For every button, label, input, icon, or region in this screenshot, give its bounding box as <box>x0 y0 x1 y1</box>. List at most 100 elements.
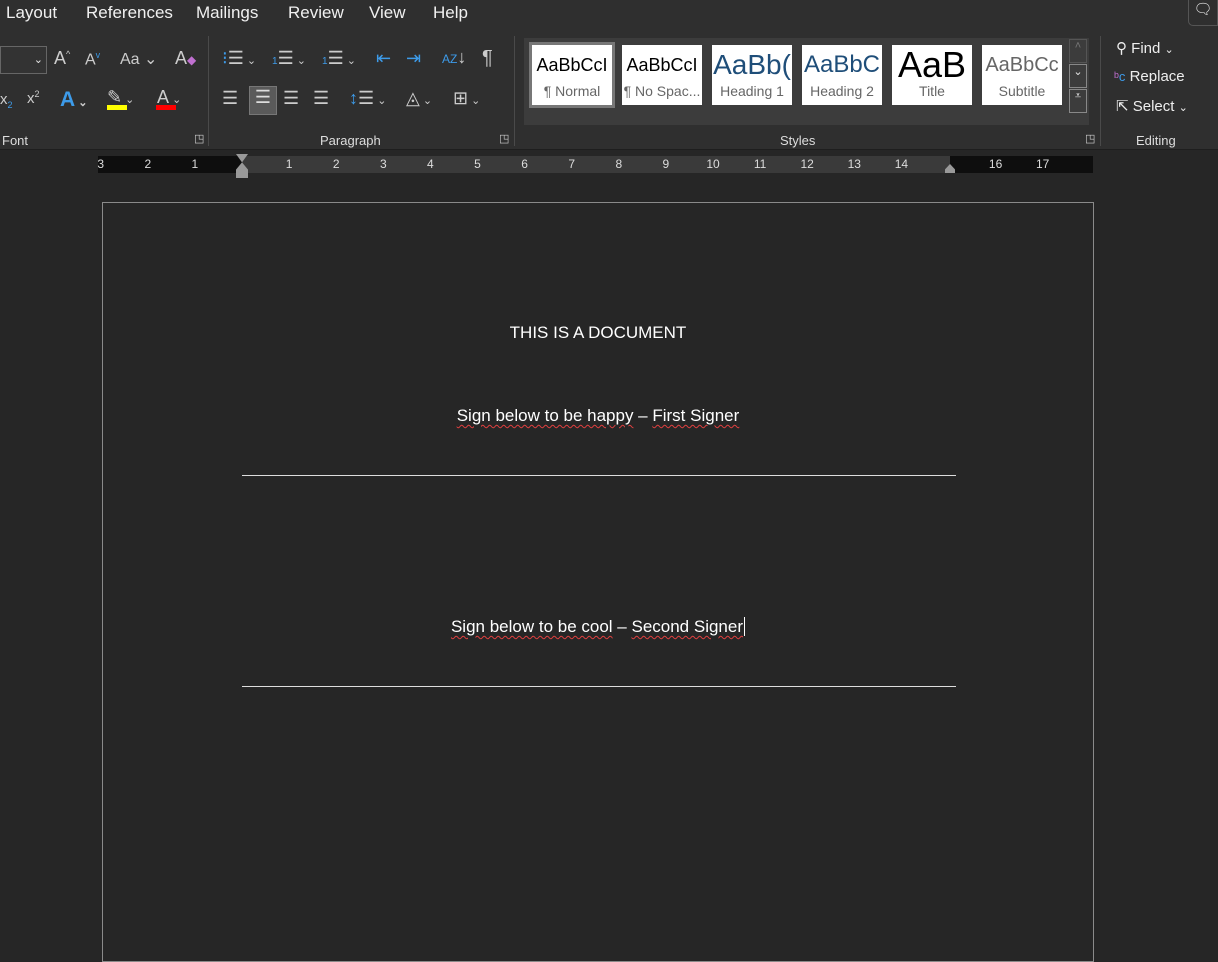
menu-help[interactable]: Help <box>433 3 468 23</box>
ruler-number: 2 <box>144 157 152 171</box>
sort-icon[interactable]: AZ↓ <box>442 48 466 66</box>
style-title[interactable]: AaB Title <box>892 45 972 105</box>
show-marks-icon[interactable]: ¶ <box>482 48 493 68</box>
ruler-number: 9 <box>662 157 670 171</box>
borders-icon[interactable]: ⊞ ⌄ <box>453 89 480 107</box>
dash: – <box>633 406 653 425</box>
ruler-number: 10 <box>706 157 720 171</box>
style-heading-1[interactable]: AaBb( Heading 1 <box>712 45 792 105</box>
ruler-number: 14 <box>894 157 909 171</box>
menu-bar: Layout References Mailings Review View H… <box>0 0 1218 26</box>
group-label-paragraph: Paragraph <box>320 133 381 148</box>
align-left-icon[interactable]: ☰ <box>222 89 238 107</box>
document-page[interactable]: THIS IS A DOCUMENT Sign below to be happ… <box>102 202 1094 962</box>
styles-dialog-launcher-icon[interactable]: ◳ <box>1085 134 1095 145</box>
style-no-spac[interactable]: AaBbCcI ¶ No Spac... <box>622 45 702 105</box>
line-spacing-icon[interactable]: ↕☰ ⌄ <box>349 89 386 107</box>
cursor-icon: ⇱ <box>1116 98 1129 115</box>
find-label: Find <box>1131 40 1161 57</box>
style-preview: AaBbC <box>803 51 881 78</box>
subscript-icon[interactable]: x2 <box>0 92 13 110</box>
justify-icon[interactable]: ☰ <box>313 89 329 107</box>
shrink-font-icon[interactable]: Av <box>85 51 100 68</box>
ruler-number: 16 <box>988 157 1003 171</box>
style-preview: AaBbCcI <box>536 55 608 75</box>
group-label-styles: Styles <box>780 133 816 148</box>
ruler-number: 5 <box>474 157 481 171</box>
ruler-number: 1 <box>191 157 199 171</box>
shading-icon[interactable]: ◬ ⌄ <box>406 89 432 107</box>
style-label: ¶ No Spac... <box>623 83 701 99</box>
divider <box>514 36 515 146</box>
ruler-number: 3 <box>97 157 105 171</box>
style-label: Subtitle <box>998 83 1046 99</box>
ruler-number: 6 <box>521 157 528 171</box>
signer-name: Second Signer <box>631 617 744 636</box>
font-color-icon[interactable]: A ⌄ <box>157 88 181 106</box>
font-size-dropdown[interactable]: ⌄ <box>0 46 47 74</box>
signature-prompt-1: Sign below to be happy – First Signer <box>103 406 1093 426</box>
highlight-icon[interactable]: ✎ ⌄ <box>107 88 134 106</box>
ruler-number: 11 <box>753 157 767 171</box>
bullets-icon[interactable]: ⁝☰ ⌄ <box>222 49 256 67</box>
styles-scroll-down[interactable]: ⌄ <box>1069 64 1087 88</box>
dash: – <box>612 617 632 636</box>
group-label-editing: Editing <box>1136 133 1176 148</box>
style-label: Heading 1 <box>720 83 784 99</box>
ruler-number: 3 <box>379 157 387 171</box>
menu-review[interactable]: Review <box>288 3 344 23</box>
horizontal-ruler[interactable]: 3 2 1 1 2 3 4 5 6 7 8 9 10 11 12 13 14 16 17 <box>97 154 1093 178</box>
clear-formatting-icon[interactable]: A◆ <box>175 49 196 67</box>
multilevel-list-icon[interactable]: 1☰ ⌄ <box>322 49 356 67</box>
align-center-button[interactable]: ☰ <box>249 86 277 115</box>
menu-references[interactable]: References <box>86 3 173 23</box>
replace-label: Replace <box>1129 68 1185 85</box>
comments-icon[interactable]: 🗨 <box>1188 0 1218 26</box>
select-label: Select <box>1132 98 1175 115</box>
ruler-number: 13 <box>847 157 861 171</box>
style-preview: AaB <box>897 45 967 83</box>
select-button[interactable]: ⇱ Select ⌄ <box>1116 97 1188 115</box>
styles-scroll-up[interactable]: ˄ <box>1069 39 1087 63</box>
search-icon: ⚲ <box>1116 40 1127 57</box>
menu-layout[interactable]: Layout <box>6 3 57 23</box>
find-button[interactable]: ⚲ Find ⌄ <box>1116 39 1174 57</box>
style-heading-2[interactable]: AaBbC Heading 2 <box>802 45 882 105</box>
style-normal[interactable]: AaBbCcI ¶ Normal <box>529 42 615 108</box>
ruler-number: 1 <box>285 157 293 171</box>
ruler-number: 17 <box>1036 157 1050 171</box>
style-label: Title <box>919 83 945 99</box>
increase-indent-icon[interactable]: ⇥ <box>406 49 421 67</box>
replace-button[interactable]: ᵇc Replace <box>1114 68 1185 85</box>
numbering-icon[interactable]: 1☰ ⌄ <box>272 49 306 67</box>
ruler-number: 4 <box>427 157 434 171</box>
ruler-margin-left <box>98 156 242 173</box>
superscript-icon[interactable]: x2 <box>27 90 40 107</box>
paragraph-dialog-launcher-icon[interactable]: ◳ <box>499 134 509 145</box>
ruler-margin-right <box>950 156 1093 173</box>
menu-mailings[interactable]: Mailings <box>196 3 258 23</box>
style-subtitle[interactable]: AaBbCc Subtitle <box>982 45 1062 105</box>
style-preview: AaBbCc <box>985 54 1059 76</box>
change-case-icon[interactable]: Aa ⌄ <box>120 52 157 68</box>
signer-name: First Signer <box>652 406 740 425</box>
decrease-indent-icon[interactable]: ⇤ <box>376 49 391 67</box>
signature-prompt-2: Sign below to be cool – Second Signer <box>103 617 1093 637</box>
ribbon: ⌄ A^ Av Aa ⌄ A◆ x2 x2 A ⌄ ✎ ⌄ A ⌄ Font ◳… <box>0 26 1218 150</box>
divider <box>208 36 209 146</box>
grow-font-icon[interactable]: A^ <box>54 49 70 67</box>
ruler-number: 12 <box>800 157 814 171</box>
text-effects-icon[interactable]: A ⌄ <box>60 89 87 110</box>
ruler-number: 8 <box>615 157 623 171</box>
menu-view[interactable]: View <box>369 3 406 23</box>
align-right-icon[interactable]: ☰ <box>283 89 299 107</box>
prompt-text: Sign below to be cool <box>450 617 613 636</box>
styles-more[interactable]: ⩡ <box>1069 89 1087 113</box>
divider <box>1100 36 1101 146</box>
style-preview: AaBb( <box>713 49 791 80</box>
style-label: Heading 2 <box>810 83 874 99</box>
ruler-number: 7 <box>568 157 576 171</box>
signature-line-1[interactable] <box>242 475 956 476</box>
signature-line-2[interactable] <box>242 686 956 687</box>
font-dialog-launcher-icon[interactable]: ◳ <box>194 134 204 145</box>
